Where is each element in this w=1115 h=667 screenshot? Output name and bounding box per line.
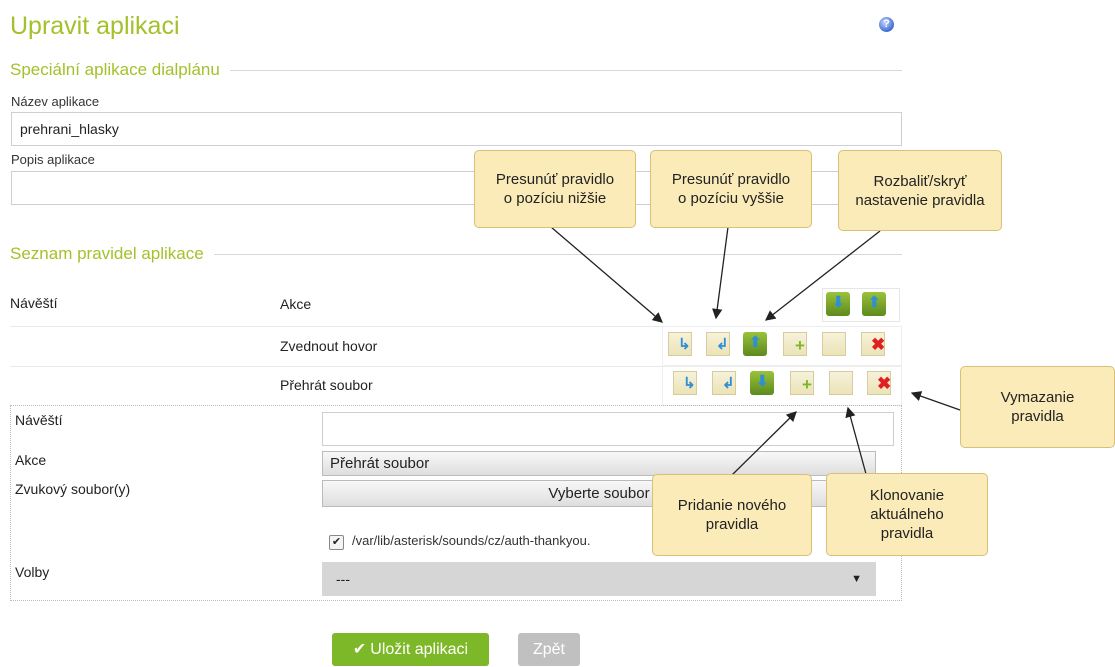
callout-delete-text: Vymazanie pravidla (1000, 389, 1075, 425)
callout-move-down-text: Presunúť pravidlo o pozíciu nižšie (495, 171, 615, 207)
callout-move-up-text: Presunúť pravidlo o pozíciu vyššie (671, 171, 791, 207)
arrow-clone (845, 406, 867, 475)
callout-toggle: Rozbaliť/skryť nastavenie pravidla (838, 150, 1002, 231)
callout-toggle-text: Rozbaliť/skryť nastavenie pravidla (855, 172, 985, 209)
arrow-delete (910, 391, 961, 411)
callout-clone-text: Klonovanie aktuálneho pravidla (869, 487, 945, 542)
callout-clone: Klonovanie aktuálneho pravidla (826, 473, 988, 556)
callout-delete: Vymazanie pravidla (960, 366, 1115, 448)
callout-add-text: Pridanie nového pravidla (677, 497, 787, 533)
callout-move-up: Presunúť pravidlo o pozíciu vyššie (650, 150, 812, 228)
arrow-toggle (764, 230, 881, 321)
arrow-add (731, 411, 797, 476)
callout-move-down: Presunúť pravidlo o pozíciu nižšie (474, 150, 636, 228)
arrow-move-down (550, 226, 663, 323)
callout-arrows (550, 226, 961, 476)
callout-add: Pridanie nového pravidla (652, 474, 812, 556)
arrow-move-up (712, 226, 729, 320)
